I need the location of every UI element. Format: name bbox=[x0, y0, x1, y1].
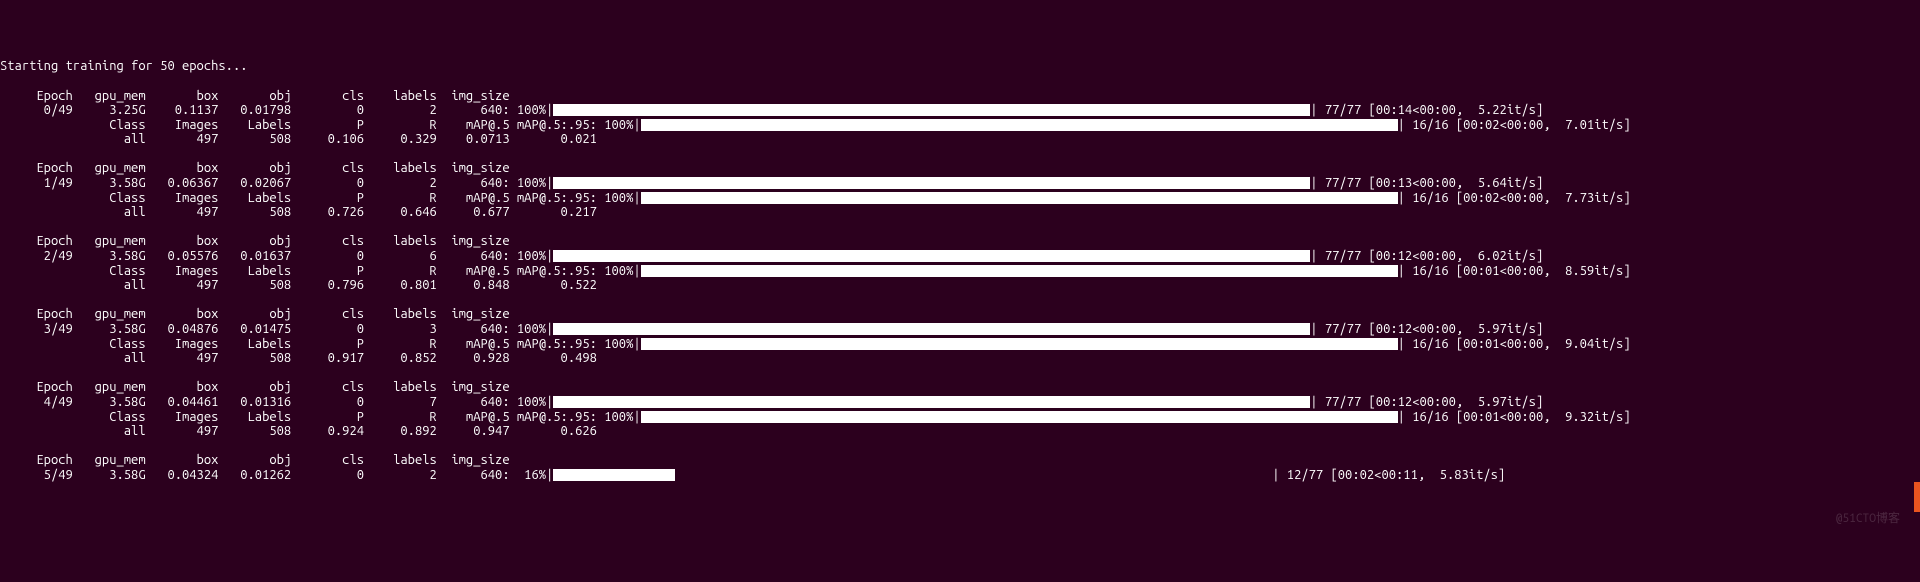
terminal-line bbox=[0, 366, 1920, 381]
terminal-line: Epoch gpu_mem box obj cls labels img_siz… bbox=[0, 234, 1920, 249]
terminal-line: Epoch gpu_mem box obj cls labels img_siz… bbox=[0, 307, 1920, 322]
terminal-line: Class Images Labels P R mAP@.5 mAP@.5:.9… bbox=[0, 118, 1920, 133]
terminal-line: Class Images Labels P R mAP@.5 mAP@.5:.9… bbox=[0, 264, 1920, 279]
terminal-output: Starting training for 50 epochs... Epoch… bbox=[0, 57, 1920, 482]
terminal-line bbox=[0, 293, 1920, 308]
progress-bar bbox=[553, 469, 675, 481]
progress-bar bbox=[641, 338, 1398, 350]
terminal-line: Epoch gpu_mem box obj cls labels img_siz… bbox=[0, 88, 1920, 103]
terminal-line bbox=[0, 220, 1920, 235]
scrollbar-thumb[interactable] bbox=[1914, 482, 1920, 512]
terminal-line: 1/49 3.58G 0.06367 0.02067 0 2 640: 100%… bbox=[0, 176, 1920, 191]
terminal-line bbox=[0, 147, 1920, 162]
progress-bar bbox=[641, 192, 1398, 204]
terminal-line: 4/49 3.58G 0.04461 0.01316 0 7 640: 100%… bbox=[0, 395, 1920, 410]
progress-bar bbox=[553, 323, 1310, 335]
terminal-line: Epoch gpu_mem box obj cls labels img_siz… bbox=[0, 453, 1920, 468]
terminal-line: 5/49 3.58G 0.04324 0.01262 0 2 640: 16%|… bbox=[0, 468, 1920, 483]
watermark: @51CTO博客 bbox=[1836, 512, 1900, 525]
progress-bar bbox=[641, 411, 1398, 423]
progress-bar bbox=[553, 396, 1310, 408]
terminal-line: Starting training for 50 epochs... bbox=[0, 59, 1920, 74]
terminal-line: all 497 508 0.796 0.801 0.848 0.522 bbox=[0, 278, 1920, 293]
terminal-line bbox=[0, 74, 1920, 89]
terminal-line: Class Images Labels P R mAP@.5 mAP@.5:.9… bbox=[0, 336, 1920, 351]
terminal-line: 0/49 3.25G 0.1137 0.01798 0 2 640: 100%|… bbox=[0, 103, 1920, 118]
terminal-line: all 497 508 0.924 0.892 0.947 0.626 bbox=[0, 424, 1920, 439]
terminal-line: 2/49 3.58G 0.05576 0.01637 0 6 640: 100%… bbox=[0, 249, 1920, 264]
terminal-line: all 497 508 0.726 0.646 0.677 0.217 bbox=[0, 205, 1920, 220]
progress-bar bbox=[553, 104, 1310, 116]
terminal-line: 3/49 3.58G 0.04876 0.01475 0 3 640: 100%… bbox=[0, 322, 1920, 337]
terminal-line: Class Images Labels P R mAP@.5 mAP@.5:.9… bbox=[0, 191, 1920, 206]
terminal-line: Epoch gpu_mem box obj cls labels img_siz… bbox=[0, 380, 1920, 395]
terminal-line: all 497 508 0.106 0.329 0.0713 0.021 bbox=[0, 132, 1920, 147]
progress-bar bbox=[553, 250, 1310, 262]
terminal-line: Class Images Labels P R mAP@.5 mAP@.5:.9… bbox=[0, 409, 1920, 424]
terminal-line: Epoch gpu_mem box obj cls labels img_siz… bbox=[0, 161, 1920, 176]
progress-bar bbox=[553, 177, 1310, 189]
progress-bar bbox=[641, 265, 1398, 277]
terminal-line bbox=[0, 439, 1920, 454]
progress-bar bbox=[641, 119, 1398, 131]
terminal-line: all 497 508 0.917 0.852 0.928 0.498 bbox=[0, 351, 1920, 366]
